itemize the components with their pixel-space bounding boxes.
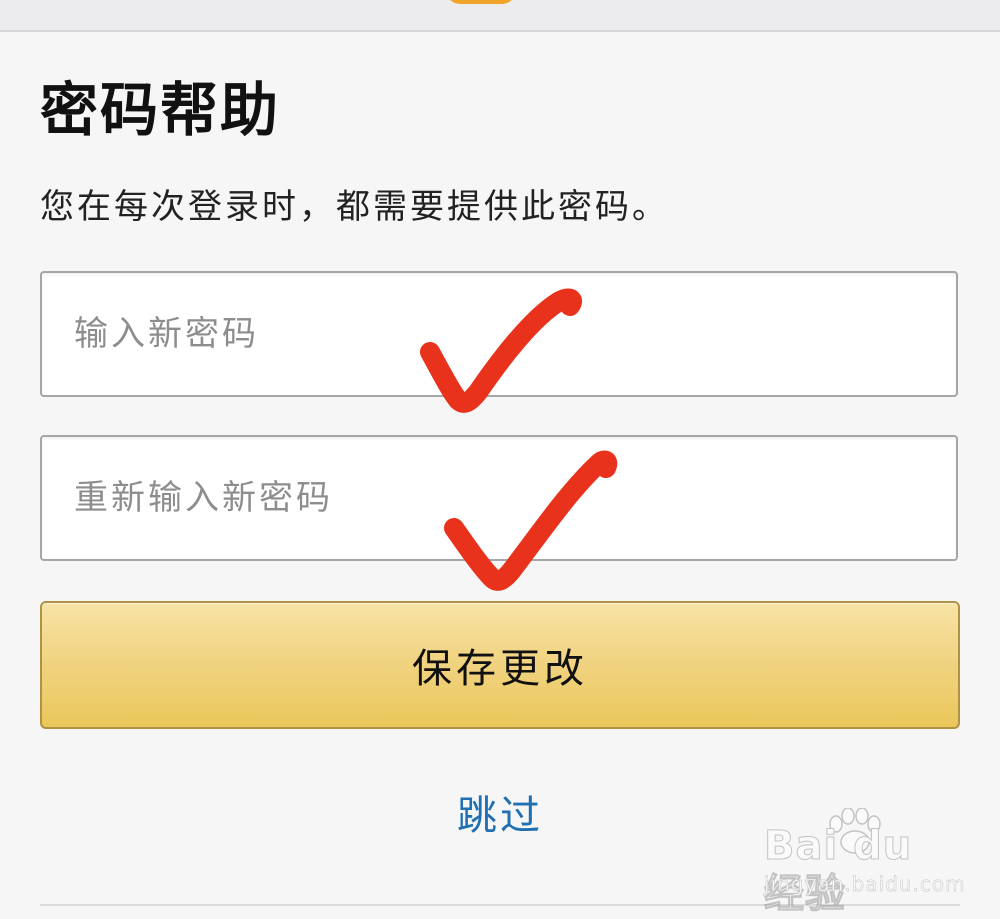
watermark-url: jingyan.baidu.com (764, 872, 966, 897)
save-changes-button[interactable]: 保存更改 (40, 601, 960, 729)
new-password-field[interactable] (40, 271, 958, 397)
confirm-password-input[interactable] (42, 437, 956, 559)
new-password-input[interactable] (42, 273, 956, 395)
watermark-logo: Bai du 经验 (764, 823, 913, 918)
confirm-password-field[interactable] (40, 435, 958, 561)
page-description: 您在每次登录时，都需要提供此密码。 (40, 187, 669, 227)
page-title: 密码帮助 (40, 76, 281, 144)
brand-logo-icon (446, 0, 516, 4)
watermark: Bai du 经验 jingyan.baidu.com (764, 808, 966, 918)
top-bar (0, 0, 1000, 32)
